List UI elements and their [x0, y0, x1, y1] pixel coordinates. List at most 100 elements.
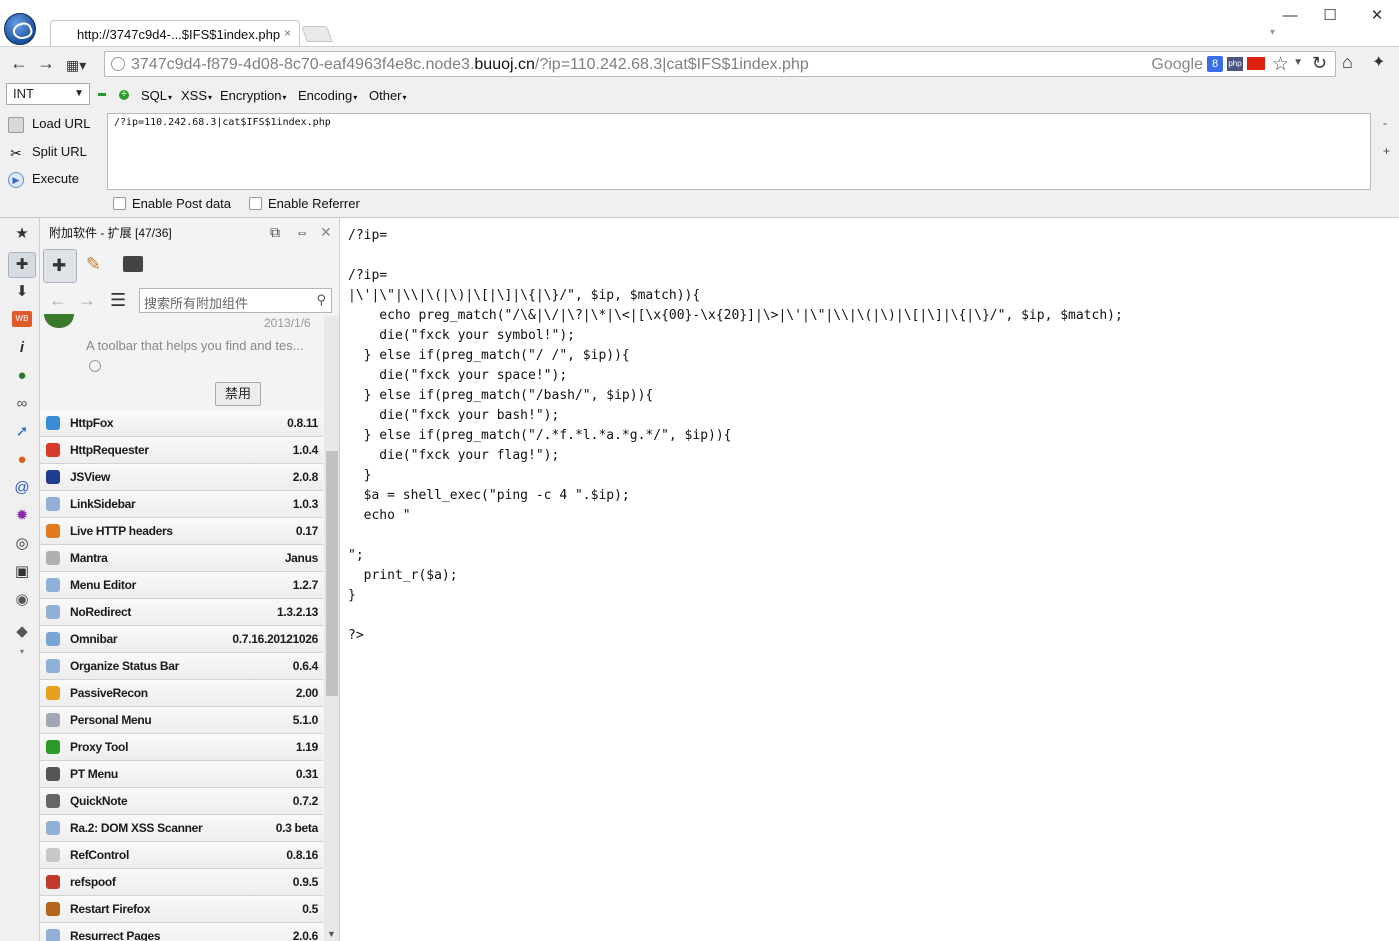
- execute-button[interactable]: ▶ Execute: [8, 171, 79, 193]
- plugins-tab[interactable]: [116, 249, 150, 283]
- title-bar: http://3747c9d4-...$IFS$1index.php × ▾ —…: [0, 0, 1399, 46]
- swirl-icon[interactable]: @: [12, 478, 32, 498]
- grid-menu-icon[interactable]: ▦▾: [66, 55, 86, 75]
- scissors-icon: ✂: [10, 144, 22, 161]
- addon-row[interactable]: HttpFox 0.8.11: [40, 410, 323, 437]
- layout-icon[interactable]: ▣: [12, 562, 32, 582]
- search-engine-label[interactable]: Google: [1151, 56, 1203, 74]
- addon-version: 5.1.0: [292, 713, 319, 727]
- sql-menu[interactable]: SQL: [141, 88, 172, 103]
- back-icon[interactable]: ←: [10, 53, 28, 73]
- addon-name: Personal Menu: [70, 713, 152, 727]
- forward-icon[interactable]: →: [37, 53, 55, 73]
- addon-version: 0.8.11: [287, 416, 318, 430]
- bookmarks-star-icon[interactable]: ★: [12, 224, 32, 244]
- google-badge-icon[interactable]: 8: [1207, 56, 1223, 72]
- browser-tab[interactable]: http://3747c9d4-...$IFS$1index.php ×: [50, 20, 300, 46]
- palette-icon[interactable]: ◎: [12, 534, 32, 554]
- info-icon[interactable]: i: [12, 338, 32, 358]
- addon-icon: [46, 794, 60, 808]
- addon-row[interactable]: LinkSidebar 1.0.3: [40, 491, 323, 518]
- reload-icon[interactable]: ↻: [1312, 53, 1327, 74]
- addon-row[interactable]: Personal Menu 5.1.0: [40, 707, 323, 734]
- wb-icon[interactable]: WB: [12, 311, 32, 327]
- addon-row[interactable]: HttpRequester 1.0.4: [40, 437, 323, 464]
- scroll-down-icon[interactable]: ▼: [327, 929, 336, 939]
- bookmark-star-icon[interactable]: ☆: [1272, 53, 1289, 76]
- scrollbar-thumb[interactable]: [326, 451, 338, 696]
- addon-row[interactable]: NoRedirect 1.3.2.13: [40, 599, 323, 626]
- addon-row[interactable]: Omnibar 0.7.16.20121026: [40, 626, 323, 653]
- addon-row[interactable]: Resurrect Pages 2.0.6: [40, 923, 323, 941]
- cursor-icon[interactable]: ➚: [12, 422, 32, 442]
- new-tab-button[interactable]: [301, 26, 333, 42]
- globe-gear-icon[interactable]: ◉: [12, 590, 32, 610]
- expand-button[interactable]: +: [1383, 144, 1390, 158]
- more-chevron-icon[interactable]: ▾: [12, 642, 32, 662]
- addon-row[interactable]: refspoof 0.9.5: [40, 869, 323, 896]
- url-bar[interactable]: 3747c9d4-f879-4d08-8c70-eaf4963f4e8c.nod…: [104, 51, 1336, 77]
- enable-post-checkbox[interactable]: Enable Post data: [113, 196, 231, 211]
- addon-row[interactable]: Mantra Janus: [40, 545, 323, 572]
- addon-row[interactable]: Proxy Tool 1.19: [40, 734, 323, 761]
- encoding-menu[interactable]: Encoding: [298, 88, 357, 103]
- encryption-menu[interactable]: Encryption: [220, 88, 286, 103]
- glasses-icon[interactable]: ∞: [12, 394, 32, 414]
- sidebar-menu-icon[interactable]: ☰: [110, 290, 126, 311]
- url-textarea[interactable]: /?ip=110.242.68.3|cat$IFS$1index.php: [107, 113, 1371, 190]
- decrease-icon[interactable]: [98, 93, 106, 96]
- pin-icon[interactable]: ✦: [1372, 52, 1385, 72]
- load-url-button[interactable]: Load URL: [8, 116, 91, 138]
- other-menu[interactable]: Other: [369, 88, 407, 103]
- addon-name: Organize Status Bar: [70, 659, 179, 673]
- search-icon[interactable]: ⚲: [316, 292, 326, 308]
- type-select[interactable]: INT ▼: [6, 83, 90, 105]
- split-url-button[interactable]: ✂ Split URL: [8, 144, 87, 166]
- tab-list-chevron-icon[interactable]: ▾: [1270, 27, 1275, 38]
- url-dropdown-icon[interactable]: ▼: [1293, 57, 1303, 68]
- addon-row[interactable]: Menu Editor 1.2.7: [40, 572, 323, 599]
- firefox-icon[interactable]: ●: [12, 450, 32, 470]
- flag-icon[interactable]: [1247, 57, 1265, 70]
- addon-row[interactable]: Organize Status Bar 0.6.4: [40, 653, 323, 680]
- addon-search-input[interactable]: 搜索所有附加组件 ⚲: [139, 288, 332, 313]
- close-window-icon[interactable]: ✕: [1362, 6, 1392, 26]
- addon-row[interactable]: PT Menu 0.31: [40, 761, 323, 788]
- themes-tab[interactable]: ✎: [80, 249, 114, 283]
- shrink-button[interactable]: -: [1383, 116, 1387, 130]
- addon-row[interactable]: RefControl 0.8.16: [40, 842, 323, 869]
- addon-row[interactable]: PassiveRecon 2.00: [40, 680, 323, 707]
- addons-puzzle-icon[interactable]: ✚: [8, 252, 36, 278]
- minimize-icon[interactable]: —: [1275, 6, 1305, 26]
- addon-row[interactable]: QuickNote 0.7.2: [40, 788, 323, 815]
- sidebar-swap-icon[interactable]: ⇔: [295, 224, 309, 240]
- addon-row[interactable]: Ra.2: DOM XSS Scanner 0.3 beta: [40, 815, 323, 842]
- eraser-icon[interactable]: ◆: [12, 622, 32, 642]
- extensions-tab[interactable]: ✚: [43, 249, 77, 283]
- disable-button[interactable]: 禁用: [215, 382, 261, 406]
- browser-logo-icon[interactable]: [4, 13, 36, 45]
- addon-name: Live HTTP headers: [70, 524, 173, 538]
- virus-icon[interactable]: ✹: [12, 506, 32, 526]
- xss-menu[interactable]: XSS: [181, 88, 212, 103]
- downloads-icon[interactable]: ⬇: [12, 282, 32, 302]
- addon-row[interactable]: JSView 2.0.8: [40, 464, 323, 491]
- green-orb-icon[interactable]: ●: [12, 366, 32, 386]
- home-icon[interactable]: ⌂: [1342, 52, 1353, 73]
- addon-row[interactable]: Live HTTP headers 0.17: [40, 518, 323, 545]
- addon-info-icon[interactable]: [89, 360, 101, 372]
- url-text[interactable]: 3747c9d4-f879-4d08-8c70-eaf4963f4e8c.nod…: [131, 56, 809, 74]
- sidebar-forward-icon[interactable]: →: [78, 290, 96, 311]
- enable-referrer-checkbox[interactable]: Enable Referrer: [249, 196, 360, 211]
- addon-version: 0.31: [295, 767, 318, 781]
- sidebar-back-icon[interactable]: ←: [49, 290, 67, 311]
- addon-row[interactable]: Restart Firefox 0.5: [40, 896, 323, 923]
- maximize-icon[interactable]: ☐: [1315, 6, 1345, 26]
- tab-close-icon[interactable]: ×: [284, 26, 291, 40]
- addon-name: refspoof: [70, 875, 116, 889]
- php-badge-icon[interactable]: php: [1227, 57, 1243, 71]
- sidebar-window-icon[interactable]: ⧉: [270, 224, 280, 241]
- increase-icon[interactable]: +: [119, 90, 129, 100]
- sidebar-scrollbar[interactable]: ▼: [324, 316, 339, 941]
- sidebar-close-icon[interactable]: ✕: [320, 224, 332, 241]
